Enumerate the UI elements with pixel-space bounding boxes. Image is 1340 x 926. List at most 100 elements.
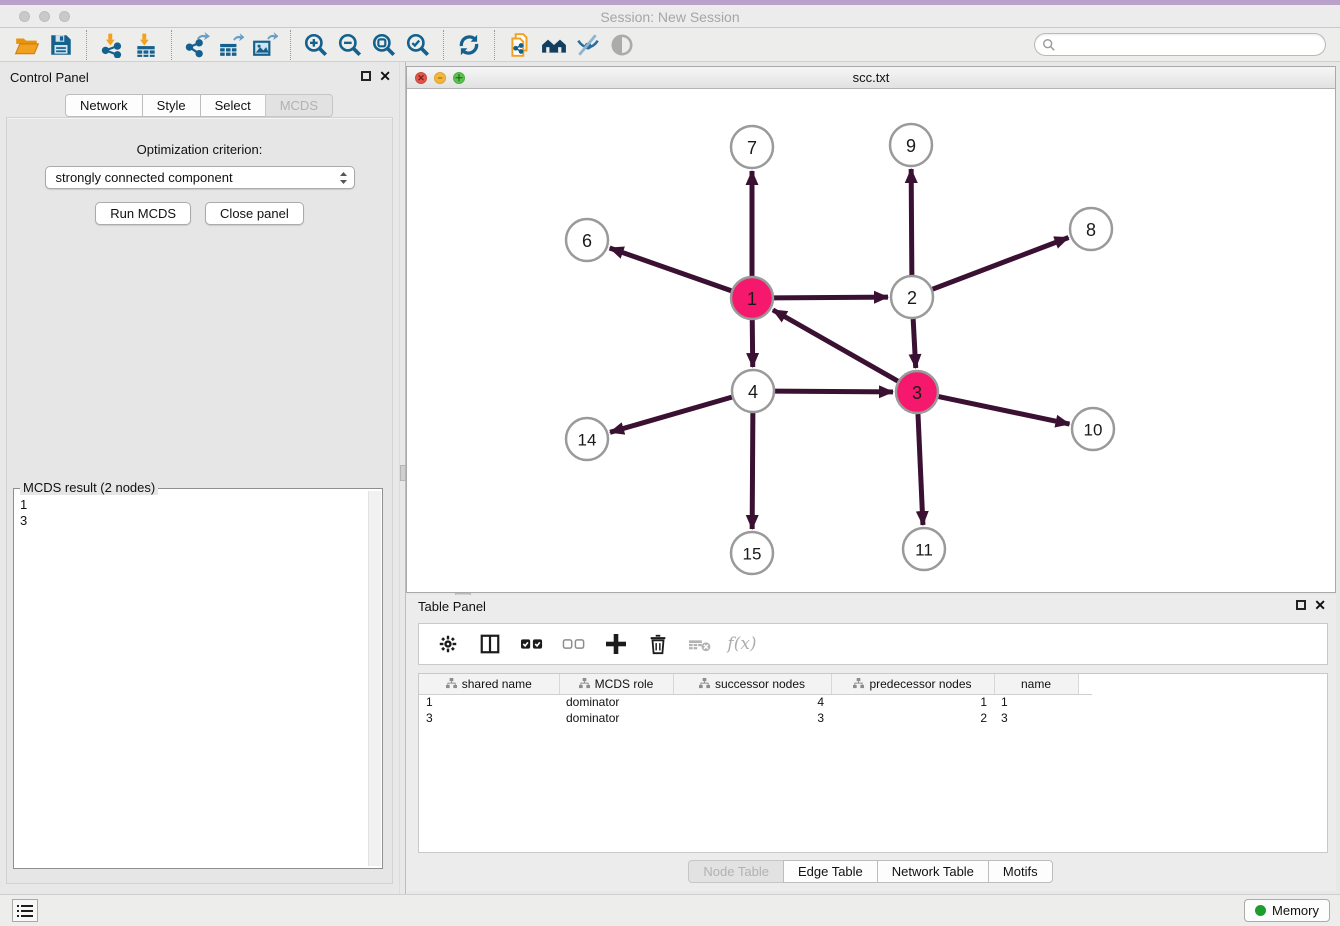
graph-edge-1-4[interactable] xyxy=(752,320,753,367)
table-cell[interactable]: 3 xyxy=(994,710,1078,726)
create-column-icon[interactable] xyxy=(603,631,629,657)
node-table[interactable]: shared nameMCDS rolesuccessor nodesprede… xyxy=(418,673,1328,853)
graph-node-label-15: 15 xyxy=(743,545,762,564)
import-network-icon[interactable] xyxy=(95,30,129,60)
criterion-dropdown[interactable]: strongly connected component xyxy=(45,166,355,189)
export-table-icon[interactable] xyxy=(214,30,248,60)
graph-edge-3-10[interactable] xyxy=(939,397,1070,425)
application-window: Session: New Session xyxy=(0,0,1340,926)
memory-label: Memory xyxy=(1272,903,1319,918)
import-table-icon[interactable] xyxy=(129,30,163,60)
float-table-panel-icon[interactable] xyxy=(1296,600,1306,610)
table-panel-title: Table Panel xyxy=(418,599,486,614)
tab-edge-table[interactable]: Edge Table xyxy=(783,860,878,883)
table-cell[interactable]: dominator xyxy=(559,710,673,726)
tab-network-table[interactable]: Network Table xyxy=(877,860,989,883)
table-cell[interactable]: 1 xyxy=(994,694,1078,710)
graph-edge-2-9[interactable] xyxy=(911,169,912,275)
network-canvas[interactable]: 7968124314101511 xyxy=(407,89,1335,592)
toolbar-separator xyxy=(494,30,495,60)
show-columns-icon[interactable] xyxy=(477,631,503,657)
criterion-dropdown-value: strongly connected component xyxy=(56,170,339,185)
delete-columns-icon[interactable] xyxy=(645,631,671,657)
graph-edge-4-14[interactable] xyxy=(610,397,732,432)
column-type-icon xyxy=(446,678,457,689)
table-cell[interactable]: 4 xyxy=(673,694,831,710)
column-type-icon xyxy=(579,678,590,689)
zoom-in-icon[interactable] xyxy=(299,30,333,60)
delete-table-disabled-icon xyxy=(687,631,713,657)
memory-button[interactable]: Memory xyxy=(1244,899,1330,922)
column-header-predecessor-nodes[interactable]: predecessor nodes xyxy=(831,674,994,694)
table-row[interactable]: 3dominator323 xyxy=(419,710,1092,726)
column-type-icon xyxy=(853,678,864,689)
main-toolbar xyxy=(0,28,1340,62)
vertical-splitter[interactable] xyxy=(399,62,406,894)
tab-node-table[interactable]: Node Table xyxy=(688,860,784,883)
close-table-panel-icon[interactable]: ✕ xyxy=(1314,599,1326,611)
graph-node-label-3: 3 xyxy=(912,383,922,403)
select-all-columns-icon[interactable] xyxy=(519,631,545,657)
table-cell[interactable]: 3 xyxy=(673,710,831,726)
graph-node-label-10: 10 xyxy=(1084,421,1103,440)
graph-edge-2-3[interactable] xyxy=(913,319,916,368)
zoom-selected-icon[interactable] xyxy=(401,30,435,60)
graph-edge-4-15[interactable] xyxy=(752,413,753,529)
toolbar-separator xyxy=(290,30,291,60)
column-header-name[interactable]: name xyxy=(994,674,1078,694)
task-history-button[interactable] xyxy=(12,899,38,922)
graph-edge-1-6[interactable] xyxy=(610,248,732,291)
control-panel: Control Panel ✕ NetworkStyleSelectMCDS O… xyxy=(0,62,399,894)
optimization-criterion-label: Optimization criterion: xyxy=(7,142,392,157)
search-field[interactable] xyxy=(1034,33,1326,56)
zoom-out-icon[interactable] xyxy=(333,30,367,60)
graph-edge-3-1[interactable] xyxy=(773,310,898,381)
tab-select[interactable]: Select xyxy=(200,94,266,117)
table-settings-icon[interactable] xyxy=(435,631,461,657)
table-row[interactable]: 1dominator411 xyxy=(419,694,1092,710)
graph-edge-2-8[interactable] xyxy=(933,238,1069,290)
tab-mcds[interactable]: MCDS xyxy=(265,94,333,117)
table-cell[interactable]: 1 xyxy=(419,694,559,710)
graph-edge-4-3[interactable] xyxy=(775,391,893,392)
hide-panel-icon[interactable] xyxy=(571,30,605,60)
home-layout-icon[interactable] xyxy=(537,30,571,60)
table-cell[interactable]: dominator xyxy=(559,694,673,710)
export-network-icon[interactable] xyxy=(180,30,214,60)
tab-style[interactable]: Style xyxy=(142,94,201,117)
save-session-icon[interactable] xyxy=(44,30,78,60)
mcds-panel: Optimization criterion: strongly connect… xyxy=(6,117,393,884)
table-panel: Table Panel ✕ xyxy=(406,595,1336,891)
search-input[interactable] xyxy=(1056,36,1325,54)
tab-motifs[interactable]: Motifs xyxy=(988,860,1053,883)
function-builder-disabled-icon: f(x) xyxy=(729,631,755,657)
table-cell[interactable]: 1 xyxy=(831,694,994,710)
deselect-all-columns-icon[interactable] xyxy=(561,631,587,657)
list-icon xyxy=(17,904,33,918)
open-session-icon[interactable] xyxy=(10,30,44,60)
network-window-titlebar[interactable]: ✕ − ＋ scc.txt xyxy=(407,67,1335,89)
column-header-spacer xyxy=(1078,674,1092,694)
table-cell[interactable]: 2 xyxy=(831,710,994,726)
float-panel-icon[interactable] xyxy=(361,71,371,81)
result-scrollbar[interactable] xyxy=(368,491,381,866)
export-image-icon[interactable] xyxy=(248,30,282,60)
refresh-view-icon[interactable] xyxy=(452,30,486,60)
close-panel-button[interactable]: Close panel xyxy=(205,202,304,225)
graph-node-label-9: 9 xyxy=(906,136,916,156)
run-mcds-button[interactable]: Run MCDS xyxy=(95,202,191,225)
column-header-successor-nodes[interactable]: successor nodes xyxy=(673,674,831,694)
close-panel-icon[interactable]: ✕ xyxy=(379,70,391,82)
table-cell[interactable]: 3 xyxy=(419,710,559,726)
tab-network[interactable]: Network xyxy=(65,94,143,117)
table-panel-tabs: Node TableEdge TableNetwork TableMotifs xyxy=(406,860,1336,883)
graph-edge-1-2[interactable] xyxy=(774,297,888,298)
network-graph[interactable]: 7968124314101511 xyxy=(407,89,1335,592)
graph-edge-3-11[interactable] xyxy=(918,414,923,525)
column-header-shared-name[interactable]: shared name xyxy=(419,674,559,694)
zoom-fit-icon[interactable] xyxy=(367,30,401,60)
mcds-result-text[interactable]: 1 3 xyxy=(20,497,364,864)
control-panel-tabs: NetworkStyleSelectMCDS xyxy=(0,94,399,117)
column-header-MCDS-role[interactable]: MCDS role xyxy=(559,674,673,694)
duplicate-network-icon[interactable] xyxy=(503,30,537,60)
